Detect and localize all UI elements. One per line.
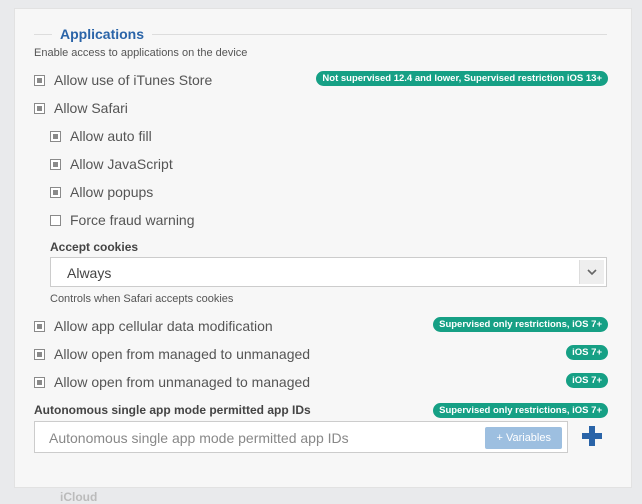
checkbox[interactable]: [50, 186, 61, 198]
checkbox[interactable]: [50, 130, 61, 142]
compatibility-badge: Supervised only restrictions, iOS 7+: [433, 403, 608, 418]
checkbox[interactable]: [34, 348, 45, 360]
accept-cookies-label: Accept cookies: [50, 240, 139, 254]
option-label: Allow Safari: [54, 100, 128, 116]
option-label: Allow auto fill: [70, 128, 152, 144]
chevron-down-icon[interactable]: [579, 260, 604, 284]
option-label: Allow JavaScript: [70, 156, 173, 172]
option-unmanaged-to-managed[interactable]: Allow open from unmanaged to managed: [34, 374, 310, 390]
compatibility-badge: Supervised only restrictions, iOS 7+: [433, 317, 608, 332]
next-section-title: iCloud: [60, 490, 98, 504]
option-label: Allow popups: [70, 184, 154, 200]
compatibility-badge: iOS 7+: [566, 373, 608, 388]
option-auto-fill[interactable]: Allow auto fill: [50, 128, 152, 144]
option-label: Allow app cellular data modification: [54, 318, 273, 334]
checkbox[interactable]: [50, 158, 61, 170]
section-title: Applications: [60, 26, 145, 42]
checkbox[interactable]: [34, 74, 45, 86]
option-popups[interactable]: Allow popups: [50, 184, 153, 200]
section-divider-left: [34, 34, 52, 35]
variables-button[interactable]: + Variables: [485, 427, 562, 449]
option-fraud-warning[interactable]: Force fraud warning: [50, 212, 195, 228]
select-value: Always: [67, 265, 112, 281]
checkbox[interactable]: [34, 320, 45, 332]
checkbox[interactable]: [34, 102, 45, 114]
autonomous-app-ids-field[interactable]: + Variables: [34, 421, 568, 453]
option-itunes-store[interactable]: Allow use of iTunes Store: [34, 72, 212, 88]
compatibility-badge: iOS 7+: [566, 345, 608, 360]
checkbox[interactable]: [34, 376, 45, 388]
section-description: Enable access to applications on the dev…: [34, 47, 248, 59]
autonomous-label: Autonomous single app mode permitted app…: [34, 403, 311, 417]
accept-cookies-hint: Controls when Safari accepts cookies: [50, 293, 234, 305]
accept-cookies-select[interactable]: Always: [50, 257, 607, 287]
option-label: Allow use of iTunes Store: [54, 72, 213, 88]
section-divider-right: [152, 34, 607, 35]
compatibility-badge: Not supervised 12.4 and lower, Supervise…: [316, 71, 608, 86]
option-javascript[interactable]: Allow JavaScript: [50, 156, 173, 172]
add-icon[interactable]: [579, 423, 605, 449]
option-managed-to-unmanaged[interactable]: Allow open from managed to unmanaged: [34, 346, 310, 362]
option-label: Force fraud warning: [70, 212, 195, 228]
option-label: Allow open from managed to unmanaged: [54, 346, 311, 362]
autonomous-app-ids-input[interactable]: [47, 428, 481, 448]
option-cellular-data[interactable]: Allow app cellular data modification: [34, 318, 273, 334]
option-allow-safari[interactable]: Allow Safari: [34, 100, 128, 116]
checkbox[interactable]: [50, 214, 61, 226]
option-label: Allow open from unmanaged to managed: [54, 374, 311, 390]
